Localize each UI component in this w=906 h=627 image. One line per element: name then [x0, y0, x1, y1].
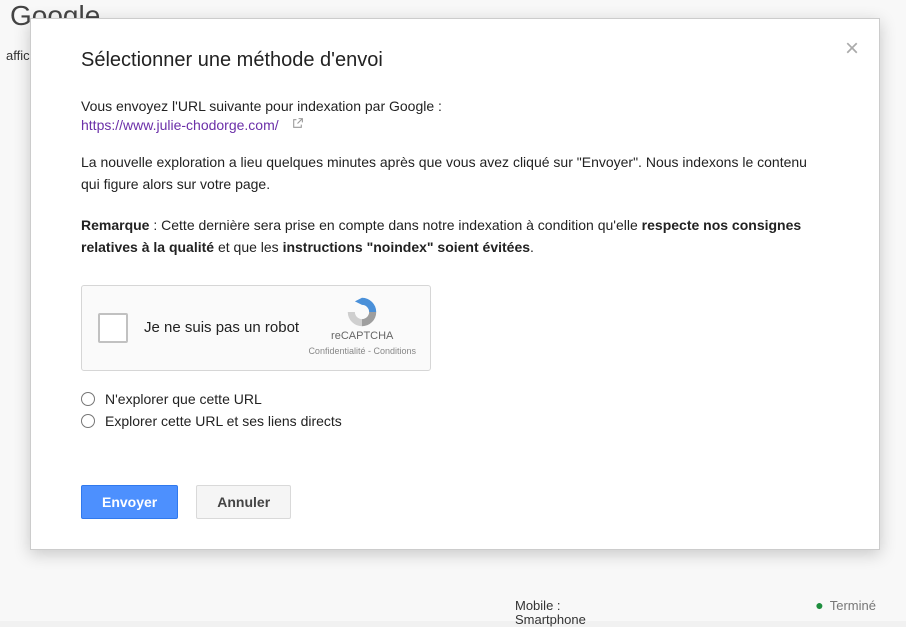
radio-only-this-url[interactable]	[81, 392, 95, 406]
recaptcha-checkbox[interactable]	[98, 313, 128, 343]
check-circle-icon: ●	[815, 597, 823, 613]
note-part2: et que les	[214, 239, 283, 255]
note-label: Remarque	[81, 217, 149, 233]
recaptcha-badge: reCAPTCHA Confidentialité - Conditions	[308, 296, 416, 356]
explanation-text: La nouvelle exploration a lieu quelques …	[81, 151, 829, 196]
cancel-button[interactable]: Annuler	[196, 485, 291, 519]
intro-text: Vous envoyez l'URL suivante pour indexat…	[81, 96, 829, 117]
radio-url-and-links-label[interactable]: Explorer cette URL et ses liens directs	[105, 413, 342, 429]
recaptcha-widget: Je ne suis pas un robot reCAPTCHA Confid…	[81, 285, 431, 371]
recaptcha-icon	[344, 296, 380, 328]
submitted-url-link[interactable]: https://www.julie-chodorge.com/	[81, 117, 279, 133]
radio-url-and-links[interactable]	[81, 414, 95, 428]
modal-title: Sélectionner une méthode d'envoi	[81, 49, 829, 72]
recaptcha-terms[interactable]: Confidentialité - Conditions	[308, 346, 416, 356]
submit-method-modal: × Sélectionner une méthode d'envoi Vous …	[30, 18, 880, 550]
recaptcha-label: Je ne suis pas un robot	[144, 319, 299, 336]
recaptcha-brand: reCAPTCHA	[308, 330, 416, 342]
close-icon[interactable]: ×	[845, 37, 859, 61]
external-link-icon	[291, 117, 304, 133]
note-bold2: instructions "noindex" soient évitées	[283, 239, 530, 255]
bg-status-label: Terminé	[830, 598, 876, 613]
bg-status: ● Terminé	[815, 597, 876, 613]
bg-text-smartphone: Smartphone	[515, 612, 586, 627]
radio-only-this-url-label[interactable]: N'explorer que cette URL	[105, 391, 262, 407]
submit-button[interactable]: Envoyer	[81, 485, 178, 519]
note-text: Remarque : Cette dernière sera prise en …	[81, 214, 829, 259]
crawl-options: N'explorer que cette URL Explorer cette …	[81, 391, 829, 429]
note-part3: .	[530, 239, 534, 255]
note-part1: : Cette dernière sera prise en compte da…	[149, 217, 641, 233]
bg-text-mobile: Mobile :	[515, 598, 561, 613]
